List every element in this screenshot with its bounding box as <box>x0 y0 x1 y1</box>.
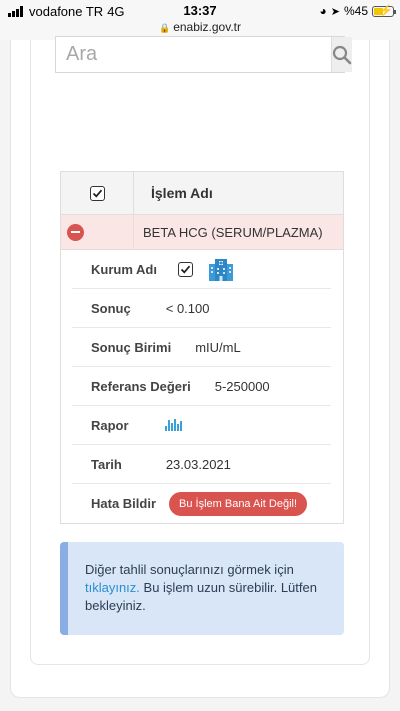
tarih-label: Tarih <box>91 456 122 472</box>
detail-row-referans: Referans Değeri 5-250000 <box>72 367 331 406</box>
test-name: BETA HCG (SERUM/PLAZMA) <box>143 224 323 240</box>
report-chart-icon[interactable] <box>164 419 182 431</box>
hospital-icon[interactable] <box>208 256 234 282</box>
rapor-label: Rapor <box>91 417 129 433</box>
search-input[interactable] <box>56 37 331 72</box>
select-all-checkbox[interactable] <box>89 185 105 201</box>
detail-row-sonuc: Sonuç < 0.100 <box>72 289 331 328</box>
info-alert: Diğer tahlil sonuçlarınızı görmek için t… <box>60 542 344 635</box>
remove-icon[interactable] <box>67 223 84 241</box>
location-icon: ➤ <box>330 5 340 18</box>
birim-label: Sonuç Birimi <box>91 339 172 355</box>
remove-cell <box>61 215 134 249</box>
column-header-islem-adi: İşlem Adı <box>151 185 213 201</box>
battery-percent: %45 <box>343 4 368 18</box>
kurum-checkbox[interactable] <box>177 261 193 277</box>
search-icon <box>332 45 352 64</box>
lock-icon: 🔒 <box>158 23 171 33</box>
detail-row-rapor: Rapor <box>72 406 331 445</box>
referans-value: 5-250000 <box>214 378 270 394</box>
detail-row-tarih: Tarih 23.03.2021 <box>72 445 331 484</box>
table-row[interactable]: BETA HCG (SERUM/PLAZMA) <box>61 215 343 250</box>
referans-label: Referans Değeri <box>91 378 191 394</box>
table-header: İşlem Adı <box>61 172 343 215</box>
detail-row-kurum: Kurum Adı <box>72 250 331 289</box>
tarih-value: 23.03.2021 <box>165 456 231 472</box>
check-icon <box>180 265 191 274</box>
address-bar[interactable]: 🔒 enabiz.gov.tr <box>0 20 400 34</box>
search-button[interactable] <box>331 37 352 72</box>
info-text-before: Diğer tahlil sonuçlarınızı görmek için <box>85 562 294 577</box>
kurum-label: Kurum Adı <box>91 261 157 277</box>
select-all-cell <box>61 172 134 214</box>
status-bar: vodafone TR 4G 13:37 🔒 enabiz.gov.tr ◕ ➤ … <box>0 0 400 40</box>
url-text: enabiz.gov.tr <box>173 20 242 34</box>
other-results-link[interactable]: tıklayınız. <box>85 580 140 595</box>
hata-label: Hata Bildir <box>91 496 157 511</box>
report-error-button[interactable]: Bu İşlem Bana Ait Değil! <box>169 491 308 516</box>
detail-row-birim: Sonuç Birimi mIU/mL <box>72 328 331 367</box>
sonuc-value: < 0.100 <box>165 300 210 316</box>
orientation-lock-icon: ◕ <box>319 4 327 18</box>
sonuc-label: Sonuç <box>91 300 131 316</box>
test-details: Kurum Adı Sonuç < 0.100 Sonuç Birimi mIU… <box>61 250 343 523</box>
check-icon <box>92 189 102 198</box>
search-box <box>55 36 352 73</box>
results-table: İşlem Adı BETA HCG (SERUM/PLAZMA) Kurum … <box>60 171 344 524</box>
battery-icon: ⚡ <box>372 5 396 17</box>
detail-row-hata: Hata Bildir Bu İşlem Bana Ait Değil! <box>72 484 331 523</box>
birim-value: mIU/mL <box>195 339 241 355</box>
status-indicators: ◕ ➤ %45 ⚡ <box>319 4 396 18</box>
